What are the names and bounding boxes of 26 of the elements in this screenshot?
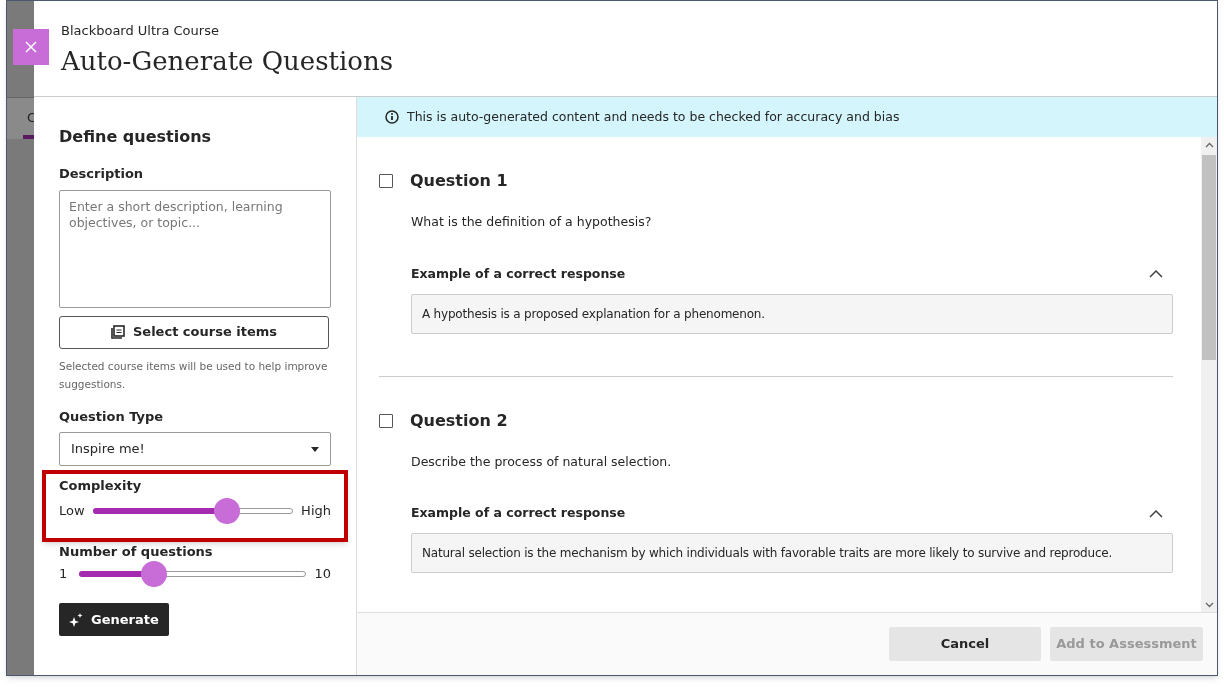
answer-field: A hypothesis is a proposed explanation for a phenomenon.	[411, 293, 1173, 334]
description-field[interactable]: Enter a short description, learning objectives, or topic...	[59, 189, 331, 308]
page-title: Auto-Generate Questions	[61, 44, 395, 78]
question-title: Question 1	[410, 170, 508, 192]
question-text: What is the definition of a hypothesis?	[411, 213, 653, 231]
field-label: Question Type	[59, 407, 165, 426]
hint-text: Selected course items will be used to help improve suggestions.	[59, 358, 329, 392]
footer-button[interactable]: Cancel	[889, 627, 1041, 661]
answer-field: Natural selection is the mechanism by which individuals with favorable traits are more likely to survive and reproduce.	[411, 533, 1173, 573]
answer-label: Example of a correct response	[411, 264, 626, 283]
course-name: Blackboard Ultra Course	[61, 22, 220, 40]
generate-button[interactable]: Generate	[59, 603, 169, 636]
slider-max-label: 10	[314, 565, 331, 584]
answer-label: Example of a correct response	[411, 504, 626, 523]
section-heading: Define questions	[59, 126, 213, 148]
select-course-items-button[interactable]: Select course items	[59, 315, 329, 349]
slider-label: Number of questions	[59, 542, 214, 561]
slider-min-label: Low	[59, 501, 85, 520]
question-type-dropdown[interactable]: Inspire me!	[59, 432, 331, 466]
question-text: Describe the process of natural selection.	[411, 452, 673, 471]
notice-text: This is auto-generated content and needs to be checked for accuracy and bias	[407, 107, 900, 126]
slider-label: Complexity	[59, 477, 143, 495]
question-title: Question 2	[410, 409, 508, 432]
field-label: Description	[59, 165, 145, 183]
slider-max-label: High	[301, 501, 331, 520]
slider-min-label: 1	[59, 565, 69, 584]
